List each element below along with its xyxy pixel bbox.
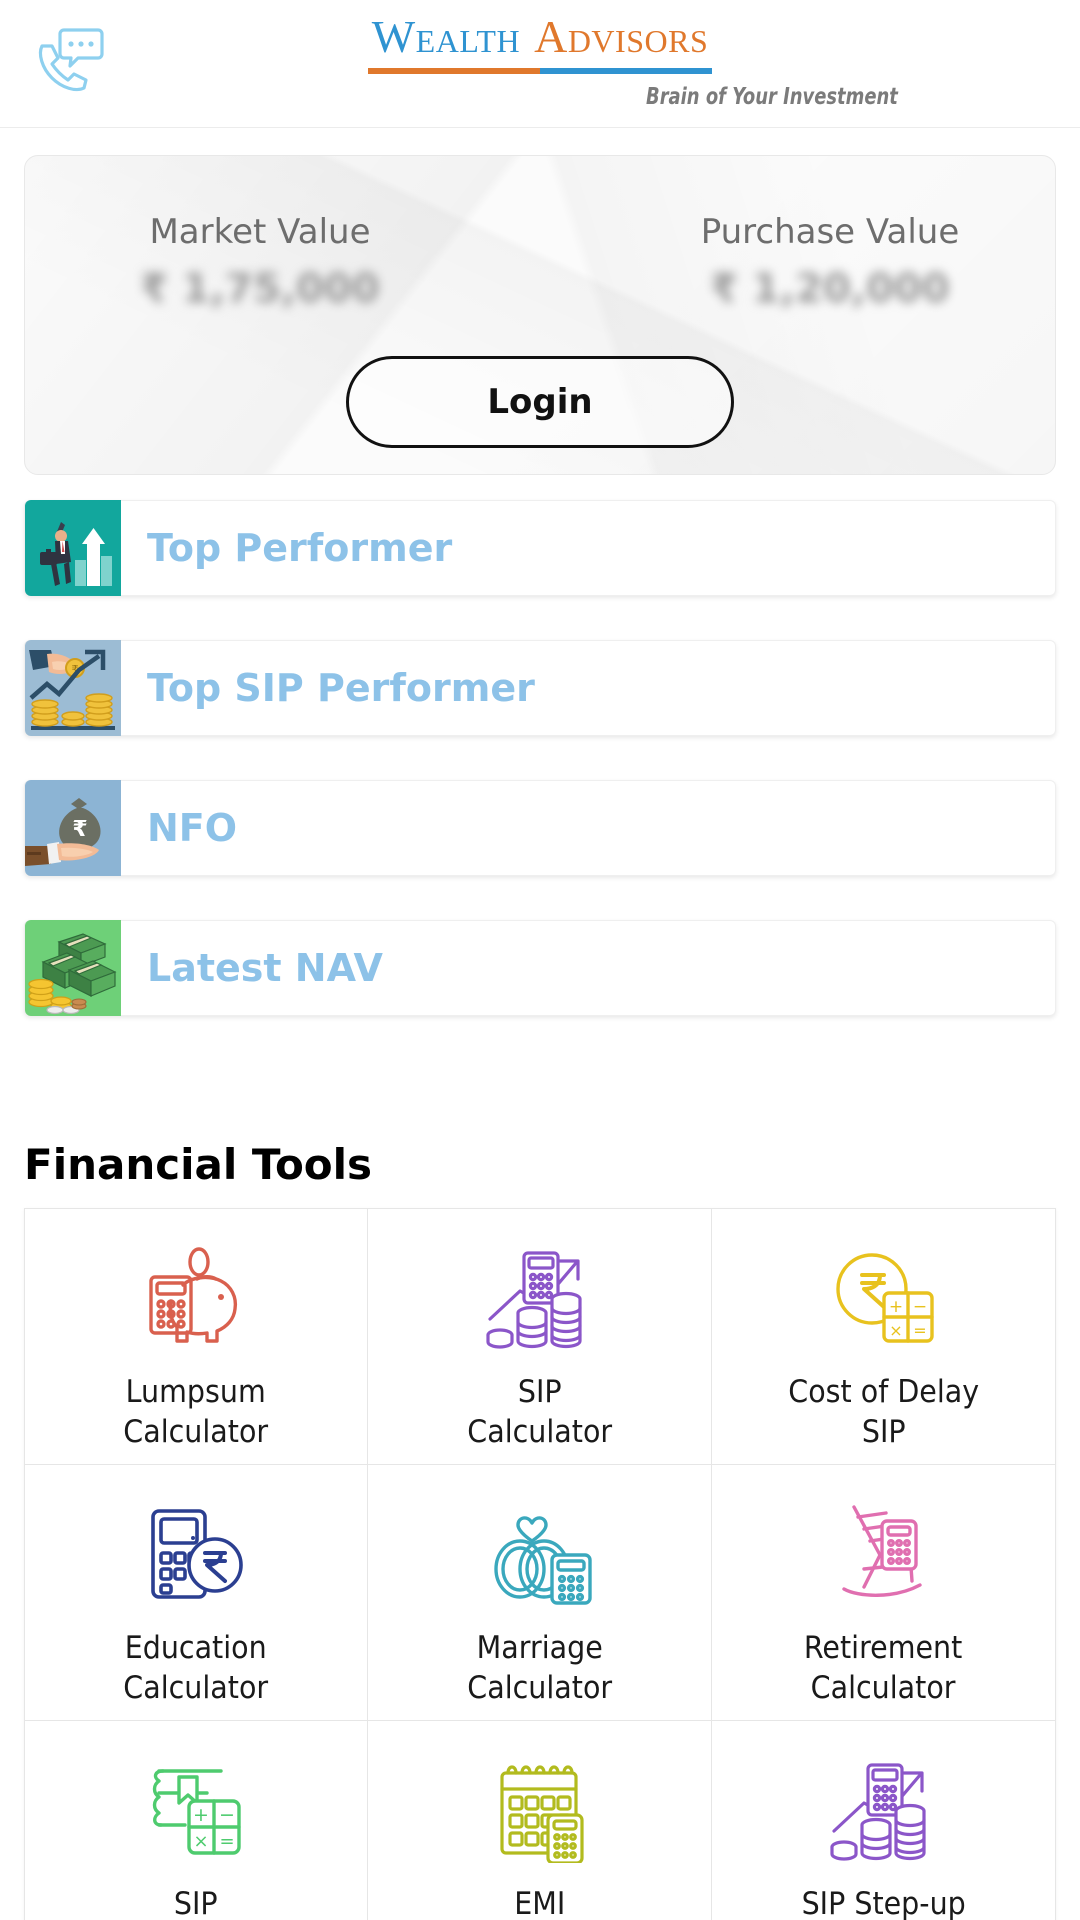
tool-label: EMI [514, 1885, 565, 1920]
piggy-bank-calculator-icon [137, 1243, 255, 1355]
tool-label-line2: Calculator [467, 1669, 612, 1706]
tool-emi[interactable]: EMI [368, 1721, 712, 1920]
tool-label-line1: Marriage [476, 1630, 603, 1666]
tool-label: SIP Step-up Calculator [725, 1885, 1041, 1920]
logo-underline [368, 68, 712, 74]
tool-label-line2: SIP [861, 1413, 906, 1450]
tool-label-line1: Lumpsum [126, 1374, 267, 1410]
cash-stacks-coins-icon [25, 920, 121, 1016]
tool-label-line1: EMI [513, 1886, 566, 1920]
purchase-value-block: Purchase Value ₹ 1,20,000 [635, 212, 1025, 312]
tool-label-line1: SIP Step-up Calculator [801, 1886, 966, 1920]
logo-rule-orange [368, 68, 540, 74]
menu-item-top-performer[interactable]: Top Performer [24, 500, 1056, 596]
tool-retirement-calculator[interactable]: Retirement Calculator [711, 1465, 1055, 1721]
menu-label: Top SIP Performer [147, 666, 535, 710]
tool-label-line1: SIP [174, 1886, 219, 1920]
calculator-rupee-coin-icon [137, 1499, 255, 1611]
rocking-chair-calculator-icon [824, 1499, 942, 1611]
svg-text:×: × [194, 1831, 209, 1852]
tool-sip-calculator[interactable]: SIP Calculator [368, 1209, 712, 1465]
financial-tools-grid: Lumpsum Calculator SIP Calculator + − × … [24, 1208, 1056, 1920]
hand-money-bag-rupee-icon: ₹ [25, 780, 121, 876]
logo-rule-blue [540, 68, 712, 74]
menu-item-nfo[interactable]: ₹ NFO [24, 780, 1056, 876]
logo-word-advisors: Advisors [534, 11, 709, 62]
tool-label-line2: Calculator [123, 1669, 269, 1706]
coins-calculator-arrow-icon [480, 1243, 598, 1355]
tool-marriage-calculator[interactable]: Marriage Calculator [368, 1465, 712, 1721]
book-calculator-icon: + − × = [137, 1755, 255, 1867]
tool-label-line1: SIP [517, 1374, 562, 1410]
app-header: Wealth Advisors Brain of Your Investment [0, 0, 1080, 128]
market-value-amount: ₹ 1,75,000 [140, 266, 380, 312]
businessman-rising-chart-icon [25, 500, 121, 596]
tool-sip[interactable]: + − × = SIP [25, 1721, 369, 1920]
tool-label: Retirement Calculator [804, 1629, 962, 1708]
login-button[interactable]: Login [346, 356, 734, 448]
tool-label: Lumpsum Calculator [124, 1373, 269, 1452]
purchase-value-label: Purchase Value [700, 212, 960, 252]
svg-text:−: − [219, 1804, 235, 1826]
svg-text:=: = [220, 1831, 235, 1852]
tool-cost-of-delay-sip[interactable]: + − × = Cost of Delay SIP [711, 1209, 1055, 1465]
market-value-label: Market Value [149, 212, 371, 252]
tool-label-line1: Cost of Delay [787, 1374, 979, 1410]
hand-coin-growth-icon: ₹ [25, 640, 121, 736]
purchase-value-amount: ₹ 1,20,000 [710, 266, 950, 312]
menu-label: NFO [147, 806, 238, 850]
menu-item-latest-nav[interactable]: Latest NAV [24, 920, 1056, 1016]
tool-label: SIP Calculator [467, 1373, 612, 1452]
wedding-rings-calculator-icon [480, 1499, 598, 1611]
coins-step-up-arrow-icon [824, 1755, 942, 1867]
menu-label: Top Performer [147, 526, 453, 570]
tool-label-line2: Calculator [467, 1413, 612, 1450]
tool-label: Marriage Calculator [467, 1629, 612, 1708]
tool-label-line1: Retirement [804, 1630, 963, 1666]
financial-tools-heading: Financial Tools [24, 1140, 373, 1189]
brand-tagline: Brain of Your Investment [646, 84, 898, 110]
tool-education-calculator[interactable]: Education Calculator [25, 1465, 369, 1721]
tool-label: SIP [174, 1885, 218, 1920]
menu-item-top-sip-performer[interactable]: ₹ Top SIP Performer [24, 640, 1056, 736]
market-value-block: Market Value ₹ 1,75,000 [65, 212, 455, 312]
brand-logo: Wealth Advisors Brain of Your Investment [0, 10, 1080, 110]
rupee-coin-calculator-icon: + − × = [824, 1243, 942, 1355]
svg-text:+: + [889, 1297, 903, 1317]
tool-label: Education Calculator [124, 1629, 269, 1708]
tool-sip-step-up-calculator[interactable]: SIP Step-up Calculator [711, 1721, 1055, 1920]
tool-label-line1: Education [125, 1630, 268, 1666]
tool-lumpsum-calculator[interactable]: Lumpsum Calculator [25, 1209, 369, 1465]
svg-text:×: × [890, 1321, 903, 1340]
quick-links-list: Top Performer ₹ Top SIP Performer ₹ NFO … [24, 500, 1056, 1060]
portfolio-summary-card: Market Value ₹ 1,75,000 Purchase Value ₹… [24, 155, 1056, 475]
svg-text:−: − [913, 1297, 927, 1317]
logo-word-wealth: Wealth [371, 11, 521, 62]
tool-label-line2: Calculator [123, 1413, 269, 1450]
svg-text:₹: ₹ [72, 817, 87, 842]
tool-label-line2: Calculator [810, 1669, 956, 1706]
app-screen: Wealth Advisors Brain of Your Investment… [0, 0, 1080, 1920]
menu-label: Latest NAV [147, 946, 383, 990]
svg-text:=: = [914, 1321, 927, 1340]
tool-label: Cost of Delay SIP [788, 1373, 979, 1452]
calendar-calculator-icon [480, 1755, 598, 1867]
svg-text:+: + [193, 1804, 209, 1826]
